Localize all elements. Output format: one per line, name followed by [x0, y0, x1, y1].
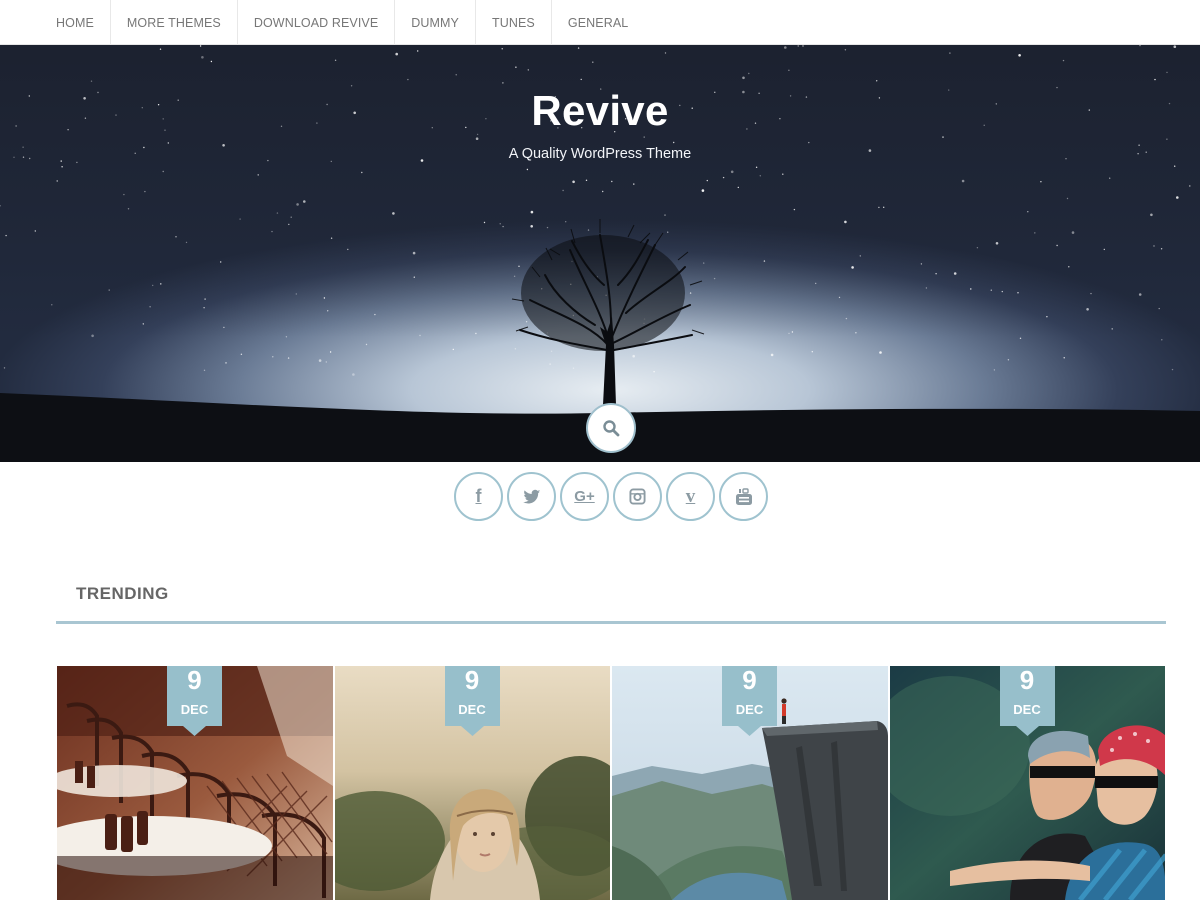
- post-date-day: 9: [464, 666, 480, 695]
- nav-link-tunes[interactable]: TUNES: [492, 16, 535, 30]
- vine-button[interactable]: v: [666, 472, 715, 521]
- twitter-button[interactable]: [507, 472, 556, 521]
- facebook-icon: f: [475, 486, 482, 506]
- site-title[interactable]: Revive: [0, 87, 1200, 135]
- nav-link-home[interactable]: HOME: [56, 16, 94, 30]
- google-plus-icon: G+: [574, 488, 595, 505]
- post-date-badge: 9 DEC: [722, 666, 777, 743]
- trending-post-card[interactable]: 9 DEC: [334, 666, 610, 900]
- post-date-month: DEC: [458, 702, 486, 717]
- trending-post-card[interactable]: 9 DEC: [889, 666, 1165, 900]
- trending-post-card[interactable]: 9 DEC: [57, 666, 333, 900]
- post-date-badge: 9 DEC: [167, 666, 222, 743]
- post-date-day: 9: [187, 666, 202, 695]
- main-navigation: HOME MORE THEMES DOWNLOAD REVIVE DUMMY T…: [0, 0, 1200, 45]
- hero-header: Revive A Quality WordPress Theme: [0, 45, 1200, 462]
- trending-divider: [56, 621, 1166, 624]
- post-date-month: DEC: [180, 702, 209, 717]
- nav-link-dummy[interactable]: DUMMY: [411, 16, 459, 30]
- nav-link-download-revive[interactable]: DOWNLOAD REVIVE: [254, 16, 378, 30]
- post-date-badge: 9 DEC: [999, 666, 1055, 743]
- post-date-day: 9: [742, 666, 757, 695]
- post-date-month: DEC: [1013, 702, 1041, 717]
- trending-posts: 9 DEC 9 DEC 9 DEC 9 DEC: [57, 666, 1165, 900]
- site-tagline: A Quality WordPress Theme: [508, 146, 692, 162]
- facebook-button[interactable]: f: [454, 472, 503, 521]
- nav-item-tunes[interactable]: TUNES: [476, 0, 552, 45]
- nav-item-more-themes[interactable]: MORE THEMES: [111, 0, 238, 45]
- instagram-icon: [629, 488, 646, 505]
- instagram-button[interactable]: [613, 472, 662, 521]
- social-links: f G+ v: [454, 472, 768, 521]
- twitter-icon: [522, 489, 540, 504]
- nav-link-more-themes[interactable]: MORE THEMES: [127, 16, 221, 30]
- nav-item-download-revive[interactable]: DOWNLOAD REVIVE: [238, 0, 396, 45]
- nav-item-home[interactable]: HOME: [40, 0, 111, 45]
- search-icon: [603, 420, 620, 437]
- nav-link-general[interactable]: GENERAL: [568, 16, 628, 30]
- post-date-badge: 9 DEC: [444, 666, 500, 743]
- search-button[interactable]: [586, 403, 636, 453]
- post-date-day: 9: [1019, 666, 1035, 695]
- nav-item-dummy[interactable]: DUMMY: [395, 0, 476, 45]
- trending-post-card[interactable]: 9 DEC: [612, 666, 888, 900]
- google-plus-button[interactable]: G+: [560, 472, 609, 521]
- nav-item-general[interactable]: GENERAL: [552, 0, 644, 45]
- nav-menu: HOME MORE THEMES DOWNLOAD REVIVE DUMMY T…: [0, 0, 1200, 45]
- youtube-icon: [735, 487, 752, 505]
- youtube-button[interactable]: [719, 472, 768, 521]
- vine-icon: v: [685, 485, 696, 507]
- post-date-month: DEC: [735, 702, 764, 717]
- trending-heading: TRENDING: [76, 584, 169, 603]
